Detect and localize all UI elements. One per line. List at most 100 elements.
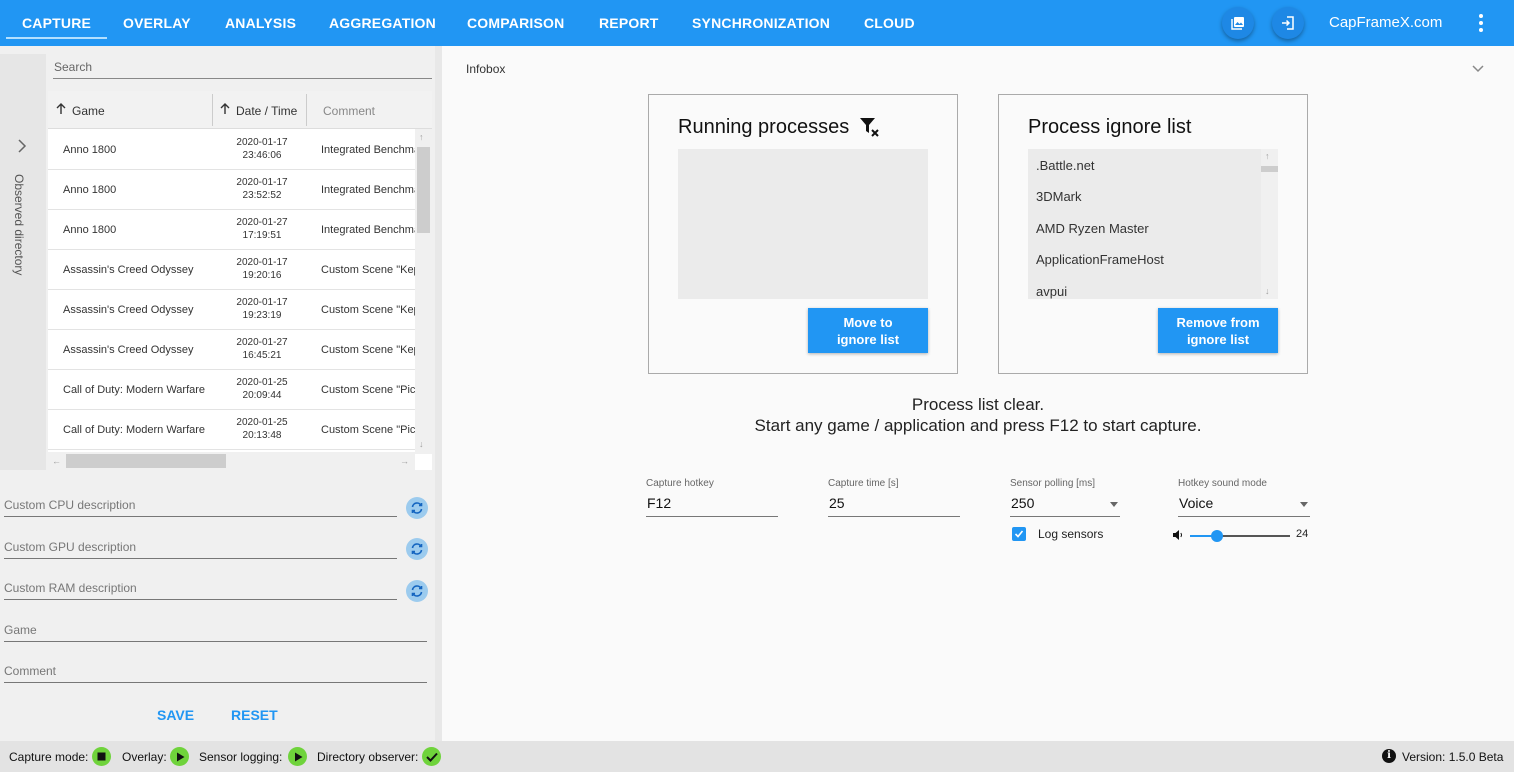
table-row[interactable]: Anno 1800 2020-01-17 23:52:52 Integrated … <box>48 170 415 210</box>
refresh-icon <box>411 585 423 597</box>
gallery-button[interactable] <box>1222 7 1254 39</box>
running-processes-list[interactable] <box>678 149 928 299</box>
scroll-left-arrow-icon[interactable]: ← <box>52 456 61 466</box>
cell-time: 16:45:21 <box>242 350 282 361</box>
table-row[interactable]: Call of Duty: Modern Warfare 2020-01-25 2… <box>48 410 415 450</box>
table-vertical-scrollbar[interactable]: ↑ ↓ <box>415 129 432 454</box>
dropdown-arrow-icon <box>1110 502 1118 507</box>
cell-date-time: 2020-01-27 16:45:21 <box>226 336 298 362</box>
cell-date-time: 2020-01-17 19:20:16 <box>226 256 298 282</box>
search-input[interactable]: Search <box>53 56 432 79</box>
more-vert-icon[interactable] <box>1474 12 1488 34</box>
cell-time: 23:46:06 <box>242 150 282 161</box>
list-item[interactable]: 3DMark <box>1036 189 1082 204</box>
filter-remove-icon[interactable] <box>859 116 881 138</box>
cell-date: 2020-01-17 <box>236 177 288 188</box>
comment-input[interactable]: Comment <box>4 661 427 683</box>
cell-date: 2020-01-27 <box>236 337 288 348</box>
column-separator[interactable] <box>212 94 213 126</box>
scroll-down-arrow-icon[interactable]: ↓ <box>419 439 424 449</box>
tab-aggregation[interactable]: AGGREGATION <box>329 0 436 46</box>
capframex-link[interactable]: CapFrameX.com <box>1329 0 1442 46</box>
list-item[interactable]: ApplicationFrameHost <box>1036 252 1164 267</box>
column-header-game[interactable]: Game <box>56 91 105 129</box>
log-sensors-checkbox[interactable] <box>1012 527 1026 541</box>
panel-splitter[interactable] <box>435 46 442 741</box>
refresh-icon <box>411 543 423 555</box>
scroll-up-arrow-icon[interactable]: ↑ <box>1265 151 1270 161</box>
tab-report[interactable]: REPORT <box>599 0 659 46</box>
hotkey-sound-mode-label: Hotkey sound mode <box>1178 478 1267 489</box>
column-header-game-label: Game <box>72 104 105 118</box>
list-item[interactable]: avpui <box>1036 284 1067 299</box>
cell-game: Anno 1800 <box>63 184 117 196</box>
custom-cpu-description-input[interactable]: Custom CPU description <box>4 495 397 517</box>
scroll-down-arrow-icon[interactable]: ↓ <box>1265 286 1270 296</box>
cell-comment: Integrated Benchmark <box>321 184 415 196</box>
table-row[interactable]: Anno 1800 2020-01-17 23:46:06 Integrated … <box>48 130 415 170</box>
sensor-polling-setting: Sensor polling [ms] 250 <box>1010 478 1120 517</box>
custom-gpu-description-input[interactable]: Custom GPU description <box>4 537 397 559</box>
tab-cloud[interactable]: CLOUD <box>864 0 915 46</box>
reset-button[interactable]: RESET <box>231 707 278 723</box>
refresh-cpu-button[interactable] <box>406 497 428 519</box>
list-item[interactable]: .Battle.net <box>1036 158 1095 173</box>
remove-from-ignore-list-button[interactable]: Remove from ignore list <box>1158 308 1278 353</box>
list-item[interactable]: AMD Ryzen Master <box>1036 221 1149 236</box>
cell-date-time: 2020-01-25 20:09:44 <box>226 376 298 402</box>
table-horizontal-scrollbar[interactable]: ← → <box>48 452 415 470</box>
scroll-right-arrow-icon[interactable]: → <box>400 456 409 466</box>
button-label-line: Remove from <box>1176 315 1260 330</box>
tab-overlay[interactable]: OVERLAY <box>123 0 191 46</box>
observed-directory-label: Observed directory <box>12 174 26 276</box>
capture-hotkey-label: Capture hotkey <box>646 478 714 489</box>
table-row[interactable]: Assassin's Creed Odyssey 2020-01-27 16:45… <box>48 330 415 370</box>
tab-synchronization[interactable]: SYNCHRONIZATION <box>692 0 830 46</box>
save-button[interactable]: SAVE <box>157 707 194 723</box>
observed-directory-toggle[interactable]: Observed directory <box>0 54 46 470</box>
sensor-polling-select[interactable]: 250 <box>1010 493 1120 517</box>
scrollbar-thumb[interactable] <box>417 147 430 233</box>
volume-slider-thumb[interactable] <box>1211 530 1223 542</box>
tab-analysis[interactable]: ANALYSIS <box>225 0 296 46</box>
cell-game: Anno 1800 <box>63 144 117 156</box>
capture-instruction-message: Start any game / application and press F… <box>754 416 1202 435</box>
scrollbar-thumb[interactable] <box>1261 166 1278 172</box>
infobox-header[interactable]: Infobox <box>466 62 505 76</box>
column-separator[interactable] <box>306 94 307 126</box>
move-to-ignore-list-button[interactable]: Move to ignore list <box>808 308 928 353</box>
sensor-polling-value: 250 <box>1011 495 1035 511</box>
scrollbar-thumb[interactable] <box>66 454 226 468</box>
refresh-gpu-button[interactable] <box>406 538 428 560</box>
list-vertical-scrollbar[interactable]: ↑ ↓ <box>1261 149 1278 299</box>
capture-time-input[interactable]: 25 <box>828 493 960 517</box>
cell-date: 2020-01-25 <box>236 377 288 388</box>
tab-comparison[interactable]: COMPARISON <box>467 0 564 46</box>
table-row[interactable]: Assassin's Creed Odyssey 2020-01-17 19:20… <box>48 250 415 290</box>
cell-date: 2020-01-17 <box>236 137 288 148</box>
cell-comment: Integrated Benchmark <box>321 144 415 156</box>
running-processes-card: Running processes Move to ignore list <box>648 94 958 374</box>
cell-date-time: 2020-01-17 19:23:19 <box>226 296 298 322</box>
capture-hotkey-input[interactable]: F12 <box>646 493 778 517</box>
cell-date: 2020-01-25 <box>236 417 288 428</box>
tab-capture[interactable]: CAPTURE <box>5 0 108 46</box>
table-row[interactable]: Assassin's Creed Odyssey 2020-01-17 19:23… <box>48 290 415 330</box>
hotkey-sound-mode-select[interactable]: Voice <box>1178 493 1310 517</box>
game-input[interactable]: Game <box>4 620 427 642</box>
chevron-down-icon[interactable] <box>1471 64 1485 74</box>
cell-time: 23:52:52 <box>242 190 282 201</box>
play-icon <box>294 752 302 761</box>
cell-game: Assassin's Creed Odyssey <box>63 344 194 356</box>
scroll-up-arrow-icon[interactable]: ↑ <box>419 132 424 142</box>
table-row[interactable]: Call of Duty: Modern Warfare 2020-01-25 2… <box>48 370 415 410</box>
column-header-date-time[interactable]: Date / Time <box>220 91 297 129</box>
login-button[interactable] <box>1272 7 1304 39</box>
info-icon[interactable]: i <box>1382 749 1396 763</box>
custom-ram-description-input[interactable]: Custom RAM description <box>4 578 397 600</box>
table-row[interactable]: Anno 1800 2020-01-27 17:19:51 Integrated … <box>48 210 415 250</box>
refresh-ram-button[interactable] <box>406 580 428 602</box>
cell-date-time: 2020-01-25 20:13:48 <box>226 416 298 442</box>
column-header-comment[interactable]: Comment <box>323 91 375 129</box>
sort-arrow-up-icon <box>220 103 230 114</box>
